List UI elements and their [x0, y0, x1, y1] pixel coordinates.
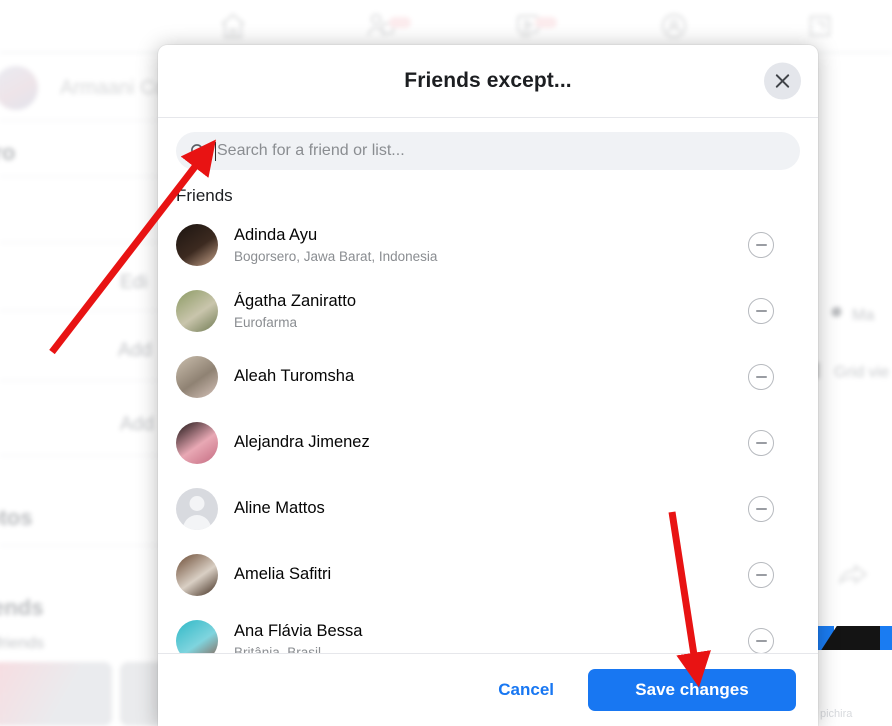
remove-friend-button[interactable]	[748, 430, 774, 456]
avatar	[176, 488, 218, 530]
background-profile-avatar	[0, 66, 38, 110]
remove-friend-button[interactable]	[748, 364, 774, 390]
friends-badge	[388, 17, 411, 28]
friend-name: Aline Mattos	[234, 499, 325, 518]
friend-name: Amelia Safitri	[234, 565, 332, 584]
dialog-body[interactable]: Friends Adinda Ayu Bogorsero, Jawa Barat,…	[158, 176, 818, 653]
friend-name: Aleah Turomsha	[234, 367, 355, 386]
avatar	[176, 224, 218, 266]
minus-icon	[755, 310, 767, 312]
background-manage-label: Ma	[852, 307, 875, 324]
remove-friend-button[interactable]	[748, 628, 774, 653]
friend-text: Adinda Ayu Bogorsero, Jawa Barat, Indones…	[234, 226, 748, 264]
friend-name: Alejandra Jimenez	[234, 433, 370, 452]
friend-text: Alejandra Jimenez	[234, 433, 748, 453]
gear-icon	[828, 305, 845, 327]
minus-icon	[755, 442, 767, 444]
minus-icon	[755, 508, 767, 510]
search-icon	[190, 143, 207, 160]
friend-text: Ana Flávia Bessa Britânia, Brasil	[234, 622, 748, 653]
minus-icon	[755, 574, 767, 576]
friend-row[interactable]: Ana Flávia Bessa Britânia, Brasil	[176, 608, 812, 653]
remove-friend-button[interactable]	[748, 496, 774, 522]
remove-friend-button[interactable]	[748, 562, 774, 588]
close-icon	[773, 72, 792, 91]
friend-row[interactable]: Aleah Turomsha	[176, 344, 812, 410]
save-changes-button[interactable]: Save changes	[588, 669, 796, 711]
remove-friend-button[interactable]	[748, 232, 774, 258]
watermark-subtext: pichira	[820, 708, 853, 720]
friend-text: Amelia Safitri	[234, 565, 748, 585]
background-manage-row[interactable]: Ma	[828, 305, 874, 327]
friend-list: Adinda Ayu Bogorsero, Jawa Barat, Indones…	[176, 212, 812, 653]
avatar	[176, 422, 218, 464]
cancel-button[interactable]: Cancel	[482, 671, 570, 709]
friend-row[interactable]: Amelia Safitri	[176, 542, 812, 608]
close-button[interactable]	[764, 62, 801, 100]
screenshot-root: Armaani Col tro A Edi Add Add otos iends…	[0, 0, 892, 726]
background-gridview-label: Grid vie	[834, 364, 890, 381]
friend-subtitle: Britânia, Brasil	[234, 644, 322, 653]
friend-name: Ágatha Zaniratto	[234, 292, 356, 311]
friend-text: Aleah Turomsha	[234, 367, 748, 387]
search-placeholder: Search for a friend or list...	[217, 142, 405, 159]
text-cursor	[215, 141, 216, 161]
groups-icon[interactable]	[659, 11, 689, 41]
friend-text: Ágatha Zaniratto Eurofarma	[234, 292, 748, 330]
background-label-photos: otos	[0, 505, 33, 530]
dialog-title: Friends except...	[404, 69, 572, 92]
minus-icon	[755, 244, 767, 246]
background-label-intro: tro	[0, 140, 16, 165]
background-label-edit: Edi	[120, 272, 148, 293]
background-label-friends: iends	[0, 595, 44, 620]
dialog-footer: Cancel Save changes	[158, 653, 818, 726]
avatar	[176, 620, 218, 653]
search-input[interactable]: Search for a friend or list...	[176, 132, 800, 170]
background-profile-name: Armaani Col	[60, 76, 171, 99]
friend-text: Aline Mattos	[234, 499, 748, 519]
avatar	[176, 290, 218, 332]
friends-icon[interactable]	[365, 11, 411, 41]
share-icon[interactable]	[838, 560, 868, 591]
friend-row[interactable]: Ágatha Zaniratto Eurofarma	[176, 278, 812, 344]
background-label-friends-count: friends	[0, 635, 45, 652]
background-photo-tile-1	[0, 662, 112, 726]
minus-icon	[755, 376, 767, 378]
background-gridview-row[interactable]: Grid vie	[814, 363, 889, 383]
video-icon[interactable]	[513, 11, 557, 41]
home-icon[interactable]	[218, 11, 248, 41]
dialog-header: Friends except...	[158, 45, 818, 118]
avatar	[176, 554, 218, 596]
friend-row[interactable]: Aline Mattos	[176, 476, 812, 542]
section-title-friends: Friends	[176, 186, 233, 205]
friend-name: Adinda Ayu	[234, 226, 318, 245]
friend-subtitle: Bogorsero, Jawa Barat, Indonesia	[234, 248, 438, 264]
friend-row[interactable]: Adinda Ayu Bogorsero, Jawa Barat, Indones…	[176, 212, 812, 278]
friend-name: Ana Flávia Bessa	[234, 622, 363, 641]
remove-friend-button[interactable]	[748, 298, 774, 324]
friend-row[interactable]: Alejandra Jimenez	[176, 410, 812, 476]
avatar	[176, 356, 218, 398]
background-label-add-1: Add	[118, 340, 152, 361]
background-label-add-2: Add	[120, 414, 154, 435]
friend-subtitle: Eurofarma	[234, 314, 298, 330]
video-badge	[534, 17, 557, 28]
gaming-icon[interactable]	[806, 12, 834, 40]
dialog-search-area: Search for a friend or list...	[158, 118, 818, 176]
minus-icon	[755, 640, 767, 642]
friends-except-dialog: Friends except... Search for a friend or…	[158, 45, 818, 726]
